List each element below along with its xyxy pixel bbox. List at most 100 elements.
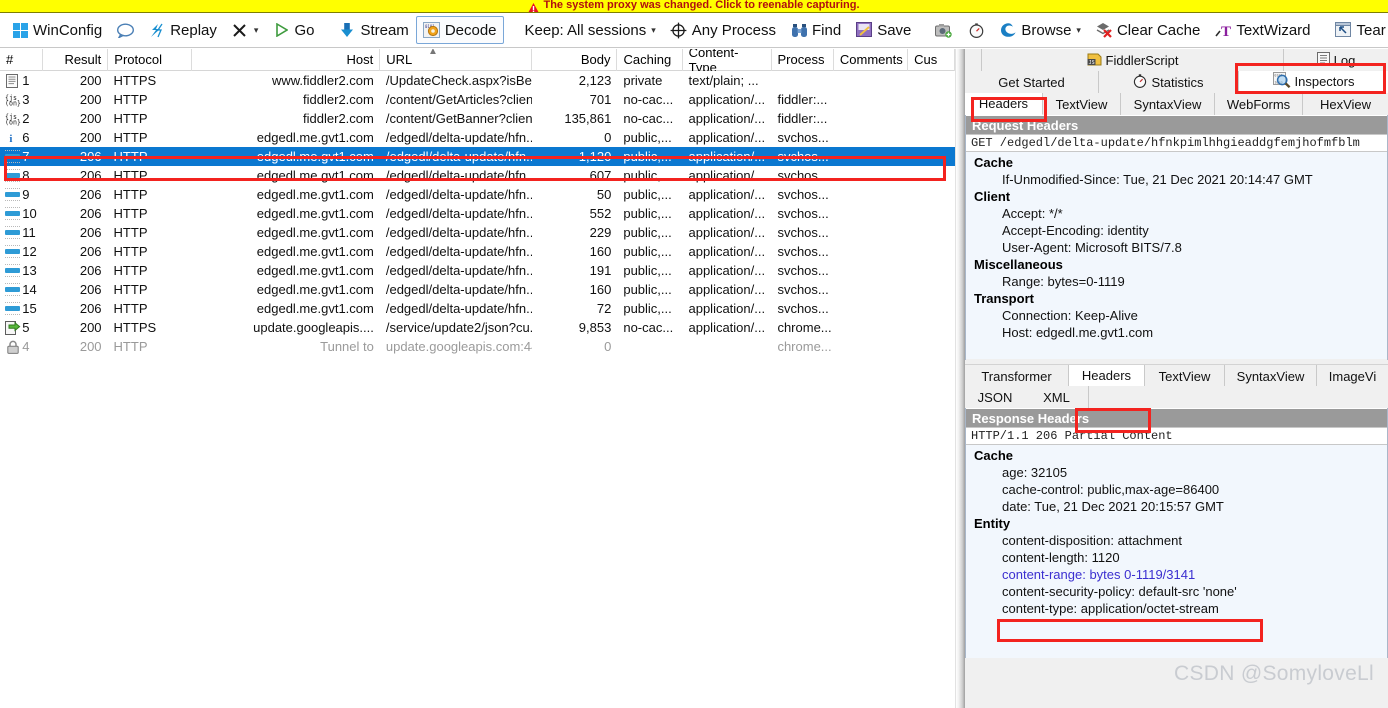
tab-response-headers[interactable]: Headers [1069,365,1145,387]
header-line[interactable]: age: 32105 [966,464,1387,481]
decode-icon: 0101 [423,21,441,39]
header-line[interactable]: If-Unmodified-Since: Tue, 21 Dec 2021 20… [966,171,1387,188]
find-button[interactable]: Find [783,16,848,44]
row-result: 200 [79,320,102,335]
sessions-column-header[interactable]: # Result Protocol Host URL Body Caching … [0,49,955,71]
textwizard-label: TextWizard [1236,21,1311,39]
inspector-panel: JS FiddlerScript Log Get Started Statist… [965,49,1388,708]
tear-off-button[interactable]: Tear [1328,16,1388,44]
winconfig-button[interactable]: WinConfig [4,16,109,44]
decode-button[interactable]: 0101 Decode [415,16,504,44]
header-line[interactable]: content-type: application/octet-stream [966,600,1387,617]
header-line[interactable]: Accept: */* [966,205,1387,222]
column-header-num[interactable]: # [0,49,44,71]
timeline-button[interactable] [960,16,992,44]
table-row[interactable]: 14 206 HTTP edgedl.me.gvt1.com/edgedl/delta… [0,280,955,299]
textwizard-button[interactable]: T TextWizard [1207,16,1317,44]
clear-cache-button[interactable]: Clear Cache [1088,16,1207,44]
row-body: 1,120 [578,149,612,164]
header-group-title: Cache [974,155,1014,170]
row-protocol: HTTP [113,282,148,297]
stream-button[interactable]: Stream [331,16,415,44]
any-process-button[interactable]: Any Process [663,16,783,44]
column-header-result[interactable]: Result [43,49,109,71]
tab-response-transformer[interactable]: Transformer [965,365,1069,387]
row-host: edgedl.me.gvt1.com [256,187,374,202]
request-headers-pane: Request Headers GET /edgedl/delta-update… [965,115,1388,360]
tab-request-headers[interactable]: Headers [965,93,1043,115]
replay-button[interactable]: Replay [141,16,224,44]
row-result: 206 [79,206,102,221]
json-icon: {js (on} [0,112,22,126]
tab-inspectors[interactable]: 01011010 Inspectors [1239,71,1388,93]
column-header-comments[interactable]: Comments [834,49,909,71]
table-row[interactable]: 1 200 HTTPS www.fiddler2.com/UpdateCheck.as… [0,71,955,90]
column-header-caching[interactable]: Caching [617,49,683,71]
header-line[interactable]: Connection: Keep-Alive [966,307,1387,324]
tab-request-syntaxview[interactable]: SyntaxView [1121,93,1215,115]
tab-response-textview[interactable]: TextView [1145,365,1225,387]
header-line[interactable]: cache-control: public,max-age=86400 [966,481,1387,498]
row-protocol: HTTP [113,111,148,126]
table-row[interactable]: 12 206 HTTP edgedl.me.gvt1.com/edgedl/delta… [0,242,955,261]
header-line[interactable]: content-range: bytes 0-1119/3141 [966,566,1387,583]
tab-request-webforms[interactable]: WebForms [1215,93,1303,115]
table-row[interactable]: 13 206 HTTP edgedl.me.gvt1.com/edgedl/delta… [0,261,955,280]
table-row[interactable]: 5 200 HTTPS update.googleapis.... /service/u… [0,318,955,337]
tab-statistics[interactable]: Statistics [1099,71,1239,93]
proxy-warning-banner[interactable]: The system proxy was changed. Click to r… [0,0,1388,13]
save-button[interactable]: Save [848,16,918,44]
table-row[interactable]: {js (on} 3 200 HTTP fiddler2.com/content/GetA… [0,90,955,109]
header-line[interactable]: content-security-policy: default-src 'no… [966,583,1387,600]
table-row[interactable]: 8 206 HTTP edgedl.me.gvt1.com/edgedl/delta-… [0,166,955,185]
tab-get-started[interactable]: Get Started [965,71,1099,93]
comment-button[interactable] [109,16,141,44]
table-row[interactable]: {js (on} 2 200 HTTP fiddler2.com/content/GetB… [0,109,955,128]
chevron-down-icon[interactable]: ▾ [651,25,656,36]
table-row[interactable]: 9 206 HTTP edgedl.me.gvt1.com/edgedl/delta-… [0,185,955,204]
save-label: Save [877,21,912,39]
tab-response-json[interactable]: JSON [965,386,1025,408]
column-header-body[interactable]: Body [532,49,618,71]
tab-log[interactable]: Log [1284,49,1388,71]
replay-icon [148,21,166,39]
table-row[interactable]: 11 206 HTTP edgedl.me.gvt1.com/edgedl/delta… [0,223,955,242]
column-header-process[interactable]: Process [772,49,834,71]
row-url: /edgedl/delta-update/hfn... [385,263,533,278]
column-header-host[interactable]: Host [192,49,381,71]
go-label: Go [294,21,315,39]
chevron-down-icon[interactable]: ▾ [254,25,259,36]
go-button[interactable]: Go [265,16,321,44]
sessions-list[interactable]: # Result Protocol Host URL Body Caching … [0,49,955,708]
column-header-custom[interactable]: Cus [908,49,955,71]
header-line[interactable]: User-Agent: Microsoft BITS/7.8 [966,239,1387,256]
header-line[interactable]: Accept-Encoding: identity [966,222,1387,239]
tab-response-imageview[interactable]: ImageVi [1317,365,1388,387]
header-line[interactable]: Host: edgedl.me.gvt1.com [966,324,1387,341]
row-content-type: application/... [688,282,766,297]
table-row[interactable]: 10 206 HTTP edgedl.me.gvt1.com/edgedl/delta… [0,204,955,223]
table-row[interactable]: 7 206 HTTP edgedl.me.gvt1.com/edgedl/delta-… [0,147,955,166]
tab-request-textview[interactable]: TextView [1043,93,1121,115]
header-line[interactable]: date: Tue, 21 Dec 2021 20:15:57 GMT [966,498,1387,515]
column-header-protocol[interactable]: Protocol [108,49,192,71]
capture-snapshot-button[interactable] [928,16,960,44]
header-line[interactable]: content-length: 1120 [966,549,1387,566]
header-line[interactable]: Range: bytes=0-1119 [966,273,1387,290]
column-header-content-type[interactable]: Content-Type [683,49,772,71]
row-process: svchos... [777,206,829,221]
remove-button[interactable]: ▾ [224,16,266,44]
tab-response-xml[interactable]: XML [1025,386,1089,408]
keep-sessions-dropdown[interactable]: Keep: All sessions ▾ [514,16,663,44]
chevron-down-icon[interactable]: ▾ [1076,25,1081,36]
column-header-url[interactable]: URL [380,49,533,71]
browse-button[interactable]: Browse ▾ [992,16,1088,44]
header-line[interactable]: content-disposition: attachment [966,532,1387,549]
table-row[interactable]: 15 206 HTTP edgedl.me.gvt1.com/edgedl/delta… [0,299,955,318]
tab-response-syntaxview[interactable]: SyntaxView [1225,365,1317,387]
table-row[interactable]: i 6 200 HTTP edgedl.me.gvt1.com/edgedl/delta… [0,128,955,147]
tab-fiddlerscript[interactable]: JS FiddlerScript [982,49,1284,71]
vertical-splitter[interactable] [955,49,965,708]
table-row[interactable]: 4 200 HTTP Tunnel to update.googleapis.com:4… [0,337,955,356]
tab-request-hexview[interactable]: HexView [1303,93,1388,115]
